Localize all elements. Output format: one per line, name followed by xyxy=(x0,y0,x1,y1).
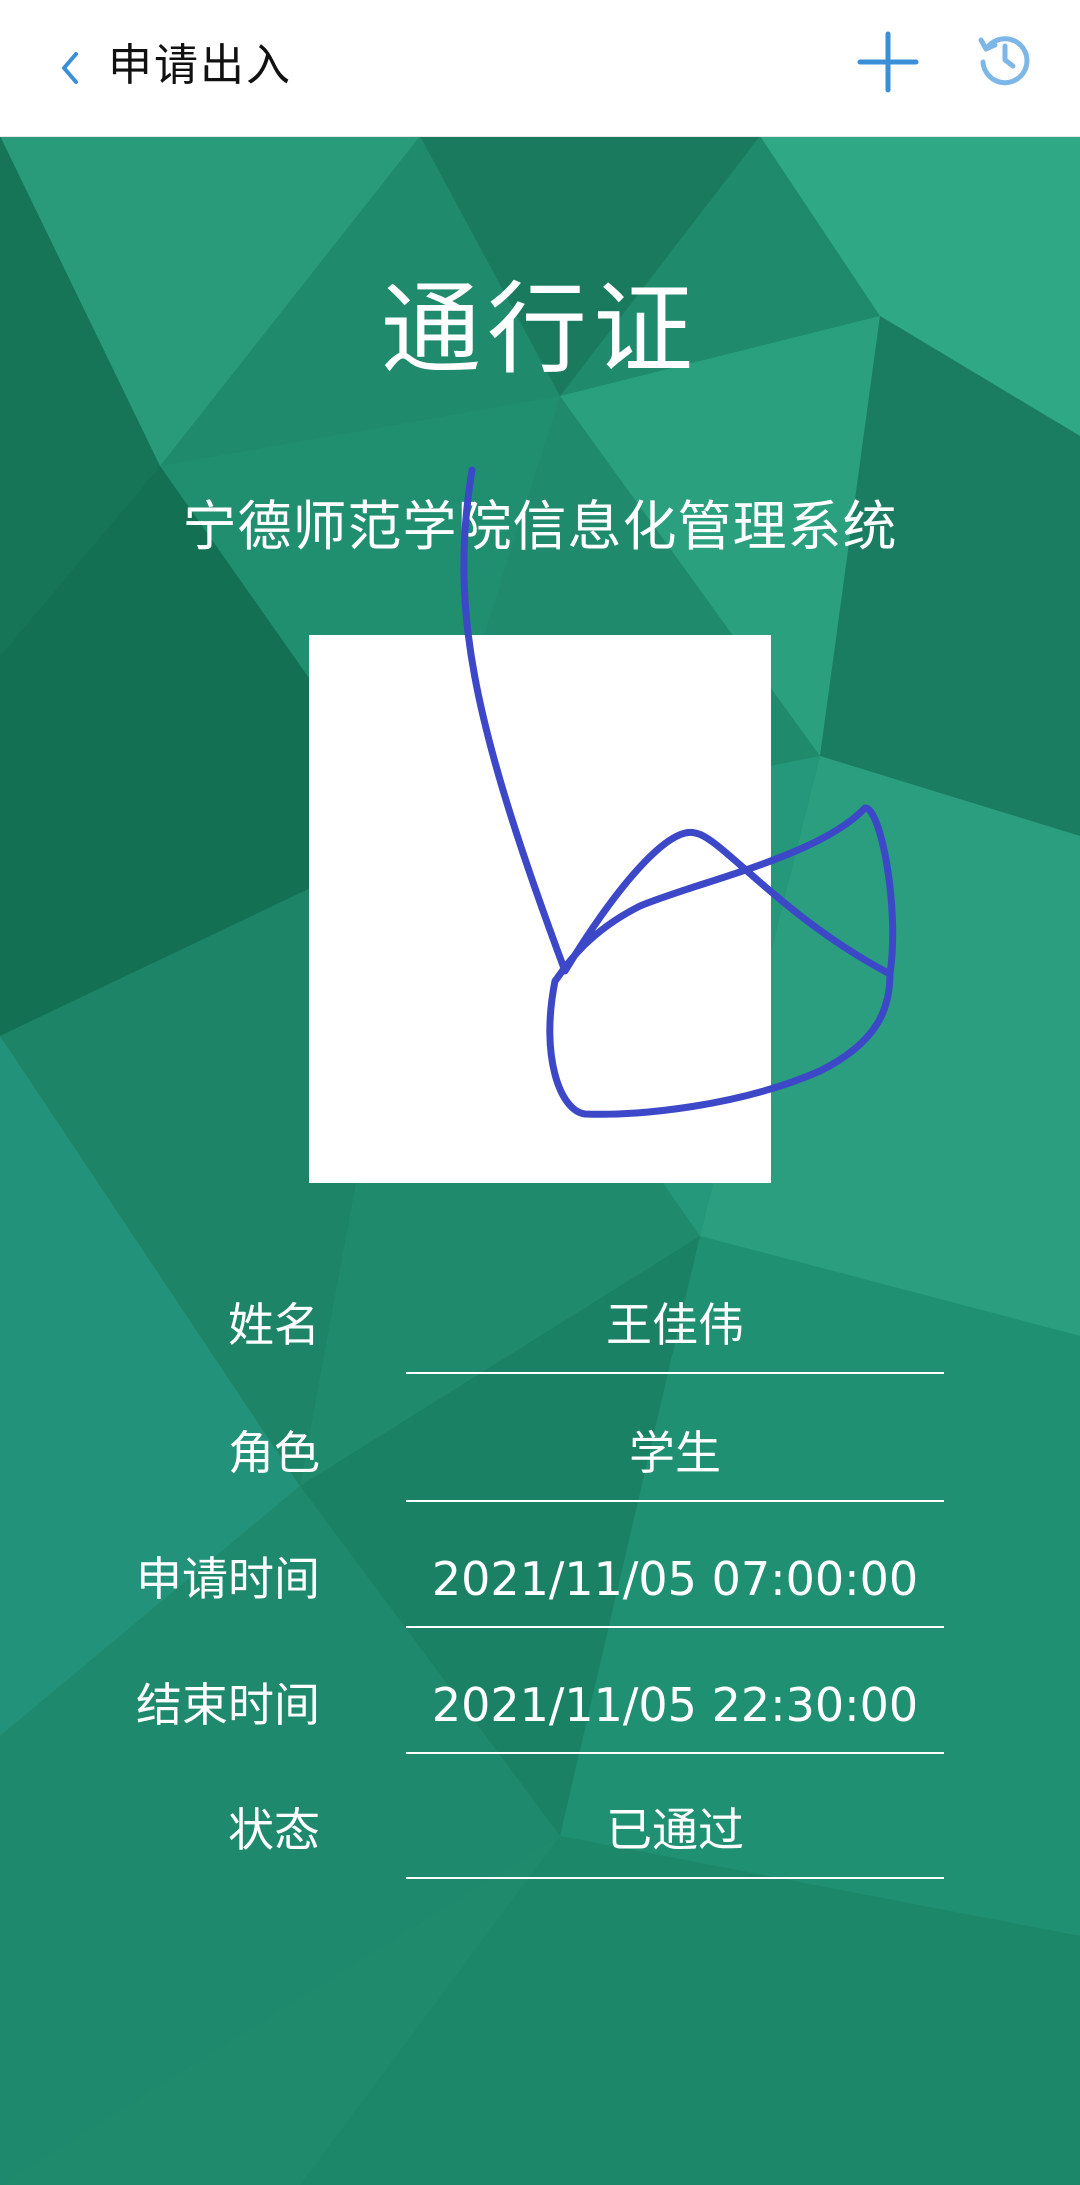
history-icon xyxy=(978,36,1030,86)
role-row: 角色 学生 xyxy=(0,1423,1080,1523)
status-value: 已通过 xyxy=(606,1803,744,1857)
underline xyxy=(406,1626,944,1628)
end-time-value: 2021/11/05 22:30:00 xyxy=(431,1678,919,1732)
school-name: 宁德师范学院信息化管理系统 xyxy=(182,495,898,558)
chevron-left-icon xyxy=(62,52,78,84)
underline xyxy=(406,1372,944,1374)
pass-card: 通行证 宁德师范学院信息化管理系统 姓名 王佳伟 角色 学生 申请时间 2021… xyxy=(0,136,1080,2185)
role-value: 学生 xyxy=(629,1426,721,1480)
underline xyxy=(406,1877,944,1879)
status-label: 状态 xyxy=(228,1803,320,1857)
app-screen: 申请出入 通行证 宁德师范学院信息化管理系统 姓名 王佳伟 角色 学生 申请时间… xyxy=(0,0,1080,2185)
top-bar: 申请出入 xyxy=(0,0,1080,137)
apply-time-label: 申请时间 xyxy=(136,1552,320,1606)
apply-time-row: 申请时间 2021/11/05 07:00:00 xyxy=(0,1549,1080,1649)
underline xyxy=(406,1752,944,1754)
end-time-label: 结束时间 xyxy=(136,1678,320,1732)
apply-time-value: 2021/11/05 07:00:00 xyxy=(431,1552,919,1606)
name-row: 姓名 王佳伟 xyxy=(0,1295,1080,1395)
name-value: 王佳伟 xyxy=(606,1298,744,1352)
add-button[interactable] xyxy=(856,30,920,94)
back-button[interactable] xyxy=(52,44,92,92)
photo-placeholder xyxy=(309,635,771,1183)
end-time-row: 结束时间 2021/11/05 22:30:00 xyxy=(0,1675,1080,1775)
plus-icon xyxy=(857,31,919,93)
name-label: 姓名 xyxy=(228,1298,320,1352)
pass-title: 通行证 xyxy=(381,271,699,388)
underline xyxy=(406,1500,944,1502)
history-button[interactable] xyxy=(975,30,1033,88)
role-label: 角色 xyxy=(228,1426,320,1480)
status-row: 状态 已通过 xyxy=(0,1800,1080,1900)
page-title: 申请出入 xyxy=(108,40,292,91)
